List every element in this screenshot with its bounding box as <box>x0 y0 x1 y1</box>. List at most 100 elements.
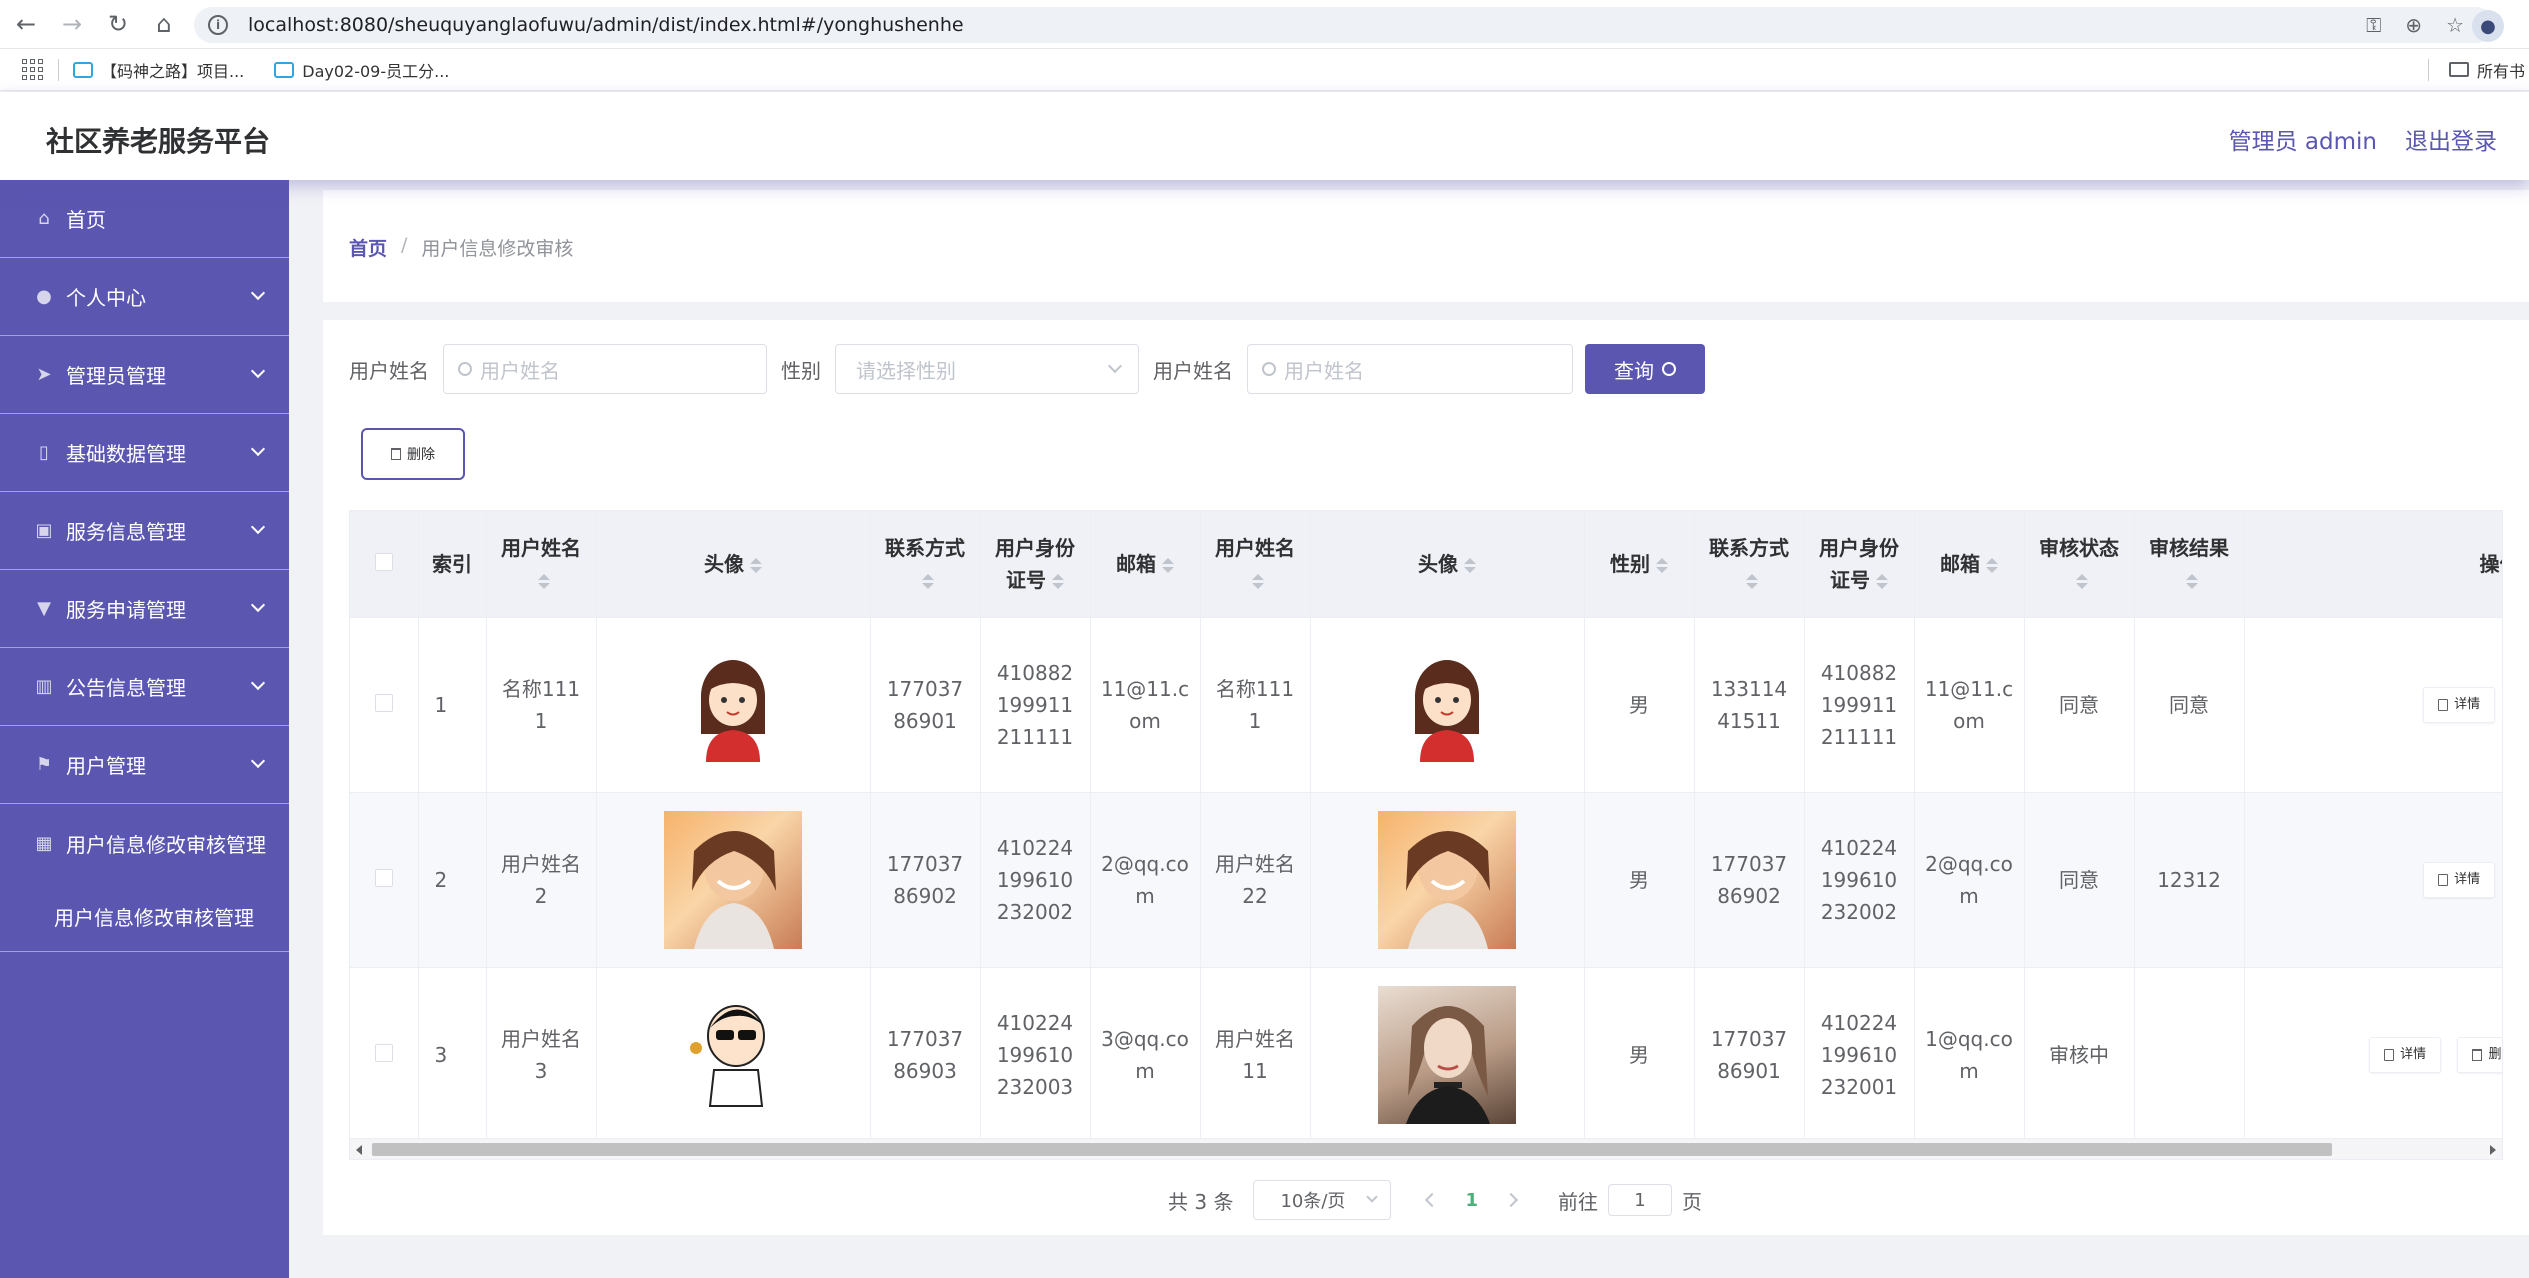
select-all-checkbox[interactable] <box>374 552 393 571</box>
key-icon[interactable]: ⚿ <box>2366 13 2381 37</box>
user-icon: ● <box>36 286 52 307</box>
detail-button[interactable]: 详情 <box>2369 1036 2442 1073</box>
sidebar-item-notice[interactable]: ▥ 公告信息管理 <box>0 648 289 726</box>
column-header-avatar[interactable]: 头像 <box>596 511 871 618</box>
detail-button[interactable]: 详情 <box>2423 861 2496 898</box>
avatar-image[interactable] <box>664 635 802 774</box>
goto-page-input[interactable]: 1 <box>1607 1184 1672 1216</box>
column-header-name2[interactable]: 用户姓名 <box>1200 511 1311 618</box>
sort-icon[interactable] <box>2076 573 2088 589</box>
page-size-select[interactable]: 10条/页 <box>1253 1180 1392 1220</box>
zoom-icon[interactable]: ⊕ <box>2405 13 2422 37</box>
bookmark-item[interactable]: 【码神之路】项目... <box>73 58 244 82</box>
row-checkbox[interactable] <box>374 868 393 887</box>
row-checkbox[interactable] <box>374 693 393 712</box>
avatar-image[interactable] <box>1378 810 1516 949</box>
sort-icon[interactable] <box>750 557 762 573</box>
sidebar-subitem-audit[interactable]: 用户信息修改审核管理 <box>0 882 289 952</box>
sort-icon[interactable] <box>1252 573 1264 589</box>
data-table: 索引 用户姓名 头像 联系方式 用户身份证号 邮箱 用户姓名 头像 性别 联系方… <box>349 510 2503 1160</box>
page-number-current[interactable]: 1 <box>1465 1190 1478 1211</box>
logout-link[interactable]: 退出登录 <box>2405 122 2497 156</box>
bookmark-item[interactable]: Day02-09-员工分... <box>274 58 449 82</box>
scrollbar-thumb[interactable] <box>372 1143 2332 1156</box>
sort-icon[interactable] <box>1986 557 1998 573</box>
profile-icon[interactable]: ● <box>2472 10 2504 42</box>
sort-icon[interactable] <box>1656 557 1668 573</box>
column-header-idcard2[interactable]: 用户身份证号 <box>1804 511 1915 618</box>
sidebar-item-service-info[interactable]: ▣ 服务信息管理 <box>0 492 289 570</box>
column-header-status[interactable]: 审核状态 <box>2024 511 2135 618</box>
chart-icon: ▥ <box>35 676 53 697</box>
prev-page-icon[interactable] <box>1425 1192 1440 1208</box>
gender-select[interactable]: 请选择性别 <box>835 344 1139 394</box>
address-bar[interactable]: i localhost:8080/sheuquyanglaofuwu/admin… <box>194 7 2494 43</box>
avatar-image[interactable] <box>1378 635 1516 774</box>
sidebar-item-personal-center[interactable]: ● 个人中心 <box>0 258 289 336</box>
back-arrow-icon[interactable]: ← <box>6 4 46 44</box>
bookmark-label: 【码神之路】项目... <box>101 61 245 81</box>
column-header-email[interactable]: 邮箱 <box>1090 511 1201 618</box>
detail-button[interactable]: 详情 <box>2423 686 2496 723</box>
home-page-icon[interactable]: ⌂ <box>144 4 184 44</box>
sidebar-item-basic-data[interactable]: ▯ 基础数据管理 <box>0 414 289 492</box>
gender-label: 性别 <box>781 358 821 383</box>
delete-button[interactable]: 删除 <box>2457 1036 2502 1073</box>
sort-icon[interactable] <box>1876 573 1888 589</box>
column-header-idcard[interactable]: 用户身份证号 <box>980 511 1091 618</box>
sort-icon[interactable] <box>538 573 550 589</box>
chevron-down-icon <box>250 675 266 691</box>
search-button[interactable]: 查询 <box>1585 344 1705 394</box>
chevron-down-icon <box>250 519 266 535</box>
sidebar-item-user-management[interactable]: ⚑ 用户管理 <box>0 726 289 804</box>
column-header-contact[interactable]: 联系方式 <box>870 511 981 618</box>
name2-search-input[interactable]: 用户姓名 <box>1247 344 1573 394</box>
forward-arrow-icon[interactable]: → <box>52 4 92 44</box>
horizontal-scrollbar[interactable] <box>349 1138 2503 1160</box>
scroll-right-icon[interactable] <box>2490 1145 2496 1155</box>
column-header-result[interactable]: 审核结果 <box>2134 511 2245 618</box>
sort-icon[interactable] <box>1464 557 1476 573</box>
sidebar-item-admin-management[interactable]: ➤ 管理员管理 <box>0 336 289 414</box>
trash-icon <box>2472 1048 2483 1061</box>
sort-icon[interactable] <box>1052 573 1064 589</box>
url-text[interactable]: localhost:8080/sheuquyanglaofuwu/admin/d… <box>248 14 964 36</box>
chevron-down-icon <box>1107 358 1123 374</box>
sort-icon[interactable] <box>1746 573 1758 589</box>
column-header-email2[interactable]: 邮箱 <box>1914 511 2025 618</box>
sidebar-item-service-apply[interactable]: ▼ 服务申请管理 <box>0 570 289 648</box>
sort-icon[interactable] <box>922 573 934 589</box>
site-info-icon[interactable]: i <box>208 15 228 35</box>
avatar-image[interactable] <box>664 810 802 949</box>
main-content: 用户姓名 用户姓名 性别 请选择性别 用户姓名 用户姓名 查询 删除 索引 用户… <box>323 320 2529 1235</box>
column-header-name[interactable]: 用户姓名 <box>486 511 597 618</box>
select-all-header[interactable] <box>350 511 419 618</box>
apps-grid-icon[interactable] <box>22 58 44 81</box>
scroll-left-icon[interactable] <box>356 1145 362 1155</box>
column-header-gender[interactable]: 性别 <box>1584 511 1695 618</box>
column-header-contact2[interactable]: 联系方式 <box>1694 511 1805 618</box>
all-bookmarks[interactable]: 所有书 <box>2427 58 2525 82</box>
name-search-input[interactable]: 用户姓名 <box>443 344 767 394</box>
column-header-avatar2[interactable]: 头像 <box>1310 511 1585 618</box>
avatar-image[interactable] <box>664 985 802 1124</box>
sort-icon[interactable] <box>1162 557 1174 573</box>
reload-icon[interactable]: ↻ <box>98 4 138 44</box>
breadcrumb-home[interactable]: 首页 <box>349 234 387 261</box>
sidebar-item-audit-management[interactable]: ▦ 用户信息修改审核管理 <box>0 804 289 882</box>
cell-idcard: 410882199911211111 <box>980 617 1091 793</box>
next-page-icon[interactable] <box>1503 1192 1519 1208</box>
star-icon[interactable]: ☆ <box>2446 13 2464 37</box>
batch-delete-button[interactable]: 删除 <box>361 428 465 480</box>
row-checkbox[interactable] <box>374 1043 393 1062</box>
name2-placeholder: 用户姓名 <box>1284 358 1364 383</box>
breadcrumb-card: 首页 / 用户信息修改审核 <box>323 190 2529 302</box>
cell-name: 用户姓名2 <box>486 792 597 968</box>
sort-icon[interactable] <box>2186 573 2198 589</box>
admin-user[interactable]: 管理员 admin <box>2229 122 2377 156</box>
cell-result: 12312 <box>2134 792 2245 968</box>
sidebar-item-home[interactable]: ⌂ 首页 <box>0 180 289 258</box>
phone-icon: ▯ <box>39 442 49 463</box>
avatar-image[interactable] <box>1378 985 1516 1124</box>
trash-icon <box>391 448 401 460</box>
